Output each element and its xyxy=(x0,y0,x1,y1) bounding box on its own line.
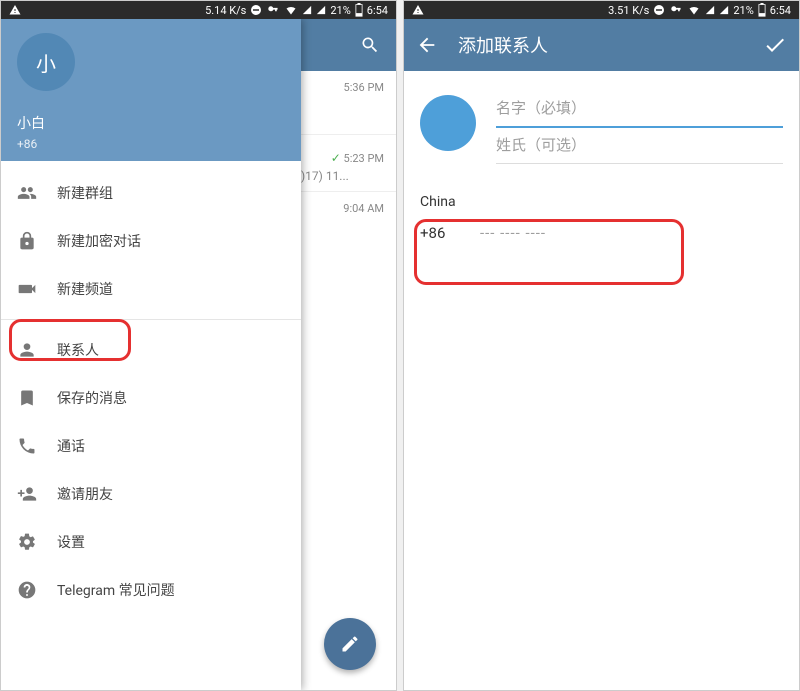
drawer-item-label: 新建群组 xyxy=(53,183,113,203)
signal-icon-2 xyxy=(719,4,729,16)
drawer-item-label: 新建加密对话 xyxy=(53,231,141,251)
check-icon: ✓ xyxy=(331,151,341,165)
drawer-item-label: 通话 xyxy=(53,436,85,456)
dnd-icon xyxy=(250,4,262,16)
wifi-icon xyxy=(284,4,298,16)
network-speed: 3.51 K/s xyxy=(608,4,649,17)
warning-icon xyxy=(9,4,21,16)
warning-icon xyxy=(412,4,424,16)
avatar-letter: 小 xyxy=(36,48,56,77)
settings-icon xyxy=(17,532,53,552)
phone-code[interactable]: +86 xyxy=(420,224,480,242)
first-name-input[interactable]: 名字（必填） xyxy=(496,91,783,128)
status-bar: 5.14 K/s 21% 6:54 xyxy=(1,1,396,19)
chat-time: 5:36 PM xyxy=(301,71,396,135)
compose-fab[interactable] xyxy=(324,618,376,670)
group-icon xyxy=(17,183,53,203)
chat-time: 9:04 AM xyxy=(301,192,396,215)
bookmark-icon xyxy=(17,388,53,408)
chat-time: ✓ 5:23 PM xyxy=(301,141,396,165)
network-speed: 5.14 K/s xyxy=(205,4,246,17)
vpn-key-icon xyxy=(669,5,683,15)
drawer-item-contacts[interactable]: 联系人 xyxy=(1,326,301,374)
country-selector[interactable]: China xyxy=(420,194,783,216)
drawer-item-calls[interactable]: 通话 xyxy=(1,422,301,470)
vpn-key-icon xyxy=(266,5,280,15)
megaphone-icon xyxy=(17,279,53,299)
chat-preview: )17) 11... xyxy=(301,165,396,192)
divider xyxy=(1,319,301,320)
signal-icon-2 xyxy=(316,4,326,16)
drawer-item-label: 新建频道 xyxy=(53,279,113,299)
invite-icon xyxy=(17,484,53,504)
search-icon[interactable] xyxy=(360,35,380,55)
screen-add-contact: 3.51 K/s 21% 6:54 添加联系人 名字（必填） 姓氏（可选） Ch… xyxy=(403,0,800,691)
profile-phone: +86 xyxy=(17,137,285,151)
phone-icon xyxy=(17,436,53,456)
drawer-item-new-channel[interactable]: 新建频道 xyxy=(1,265,301,313)
battery-icon xyxy=(355,3,363,17)
navigation-drawer: 小 小白 +86 新建群组 新建加密对话 新建频道 联系人 xyxy=(1,19,301,690)
dnd-icon xyxy=(653,4,665,16)
battery-percent: 21% xyxy=(733,4,753,17)
profile-avatar[interactable]: 小 xyxy=(17,33,75,91)
clock-time: 6:54 xyxy=(770,4,791,17)
battery-icon xyxy=(758,3,766,17)
signal-icon xyxy=(705,4,715,16)
help-icon xyxy=(17,580,53,600)
drawer-header[interactable]: 小 小白 +86 xyxy=(1,19,301,161)
add-contact-form: 名字（必填） 姓氏（可选） China +86 --- ---- ---- xyxy=(404,71,799,690)
screen-drawer-open: 5.14 K/s 21% 6:54 5:36 PM ✓ 5:23 PM )17)… xyxy=(0,0,397,691)
battery-percent: 21% xyxy=(330,4,350,17)
drawer-item-label: 保存的消息 xyxy=(53,388,127,408)
drawer-item-saved[interactable]: 保存的消息 xyxy=(1,374,301,422)
drawer-item-new-group[interactable]: 新建群组 xyxy=(1,169,301,217)
drawer-list: 新建群组 新建加密对话 新建频道 联系人 保存的消息 通话 xyxy=(1,161,301,614)
signal-icon xyxy=(302,4,312,16)
contacts-icon xyxy=(17,340,53,360)
status-bar: 3.51 K/s 21% 6:54 xyxy=(404,1,799,19)
back-button[interactable] xyxy=(416,34,438,56)
phone-number-input[interactable]: --- ---- ---- xyxy=(480,224,546,242)
drawer-item-label: 邀请朋友 xyxy=(53,484,113,504)
confirm-button[interactable] xyxy=(763,33,787,57)
profile-name: 小白 xyxy=(17,113,285,133)
drawer-item-label: Telegram 常见问题 xyxy=(53,580,175,600)
drawer-item-label: 联系人 xyxy=(53,340,99,360)
lock-icon xyxy=(17,231,53,251)
drawer-item-secret-chat[interactable]: 新建加密对话 xyxy=(1,217,301,265)
clock-time: 6:54 xyxy=(367,4,388,17)
drawer-item-invite[interactable]: 邀请朋友 xyxy=(1,470,301,518)
drawer-item-faq[interactable]: Telegram 常见问题 xyxy=(1,566,301,614)
add-contact-toolbar: 添加联系人 xyxy=(404,19,799,71)
phone-input-row[interactable]: +86 --- ---- ---- xyxy=(420,216,783,252)
last-name-input[interactable]: 姓氏（可选） xyxy=(496,128,783,164)
drawer-item-settings[interactable]: 设置 xyxy=(1,518,301,566)
wifi-icon xyxy=(687,4,701,16)
drawer-item-label: 设置 xyxy=(53,532,85,552)
toolbar-title: 添加联系人 xyxy=(458,32,763,58)
contact-avatar-placeholder xyxy=(420,95,476,151)
